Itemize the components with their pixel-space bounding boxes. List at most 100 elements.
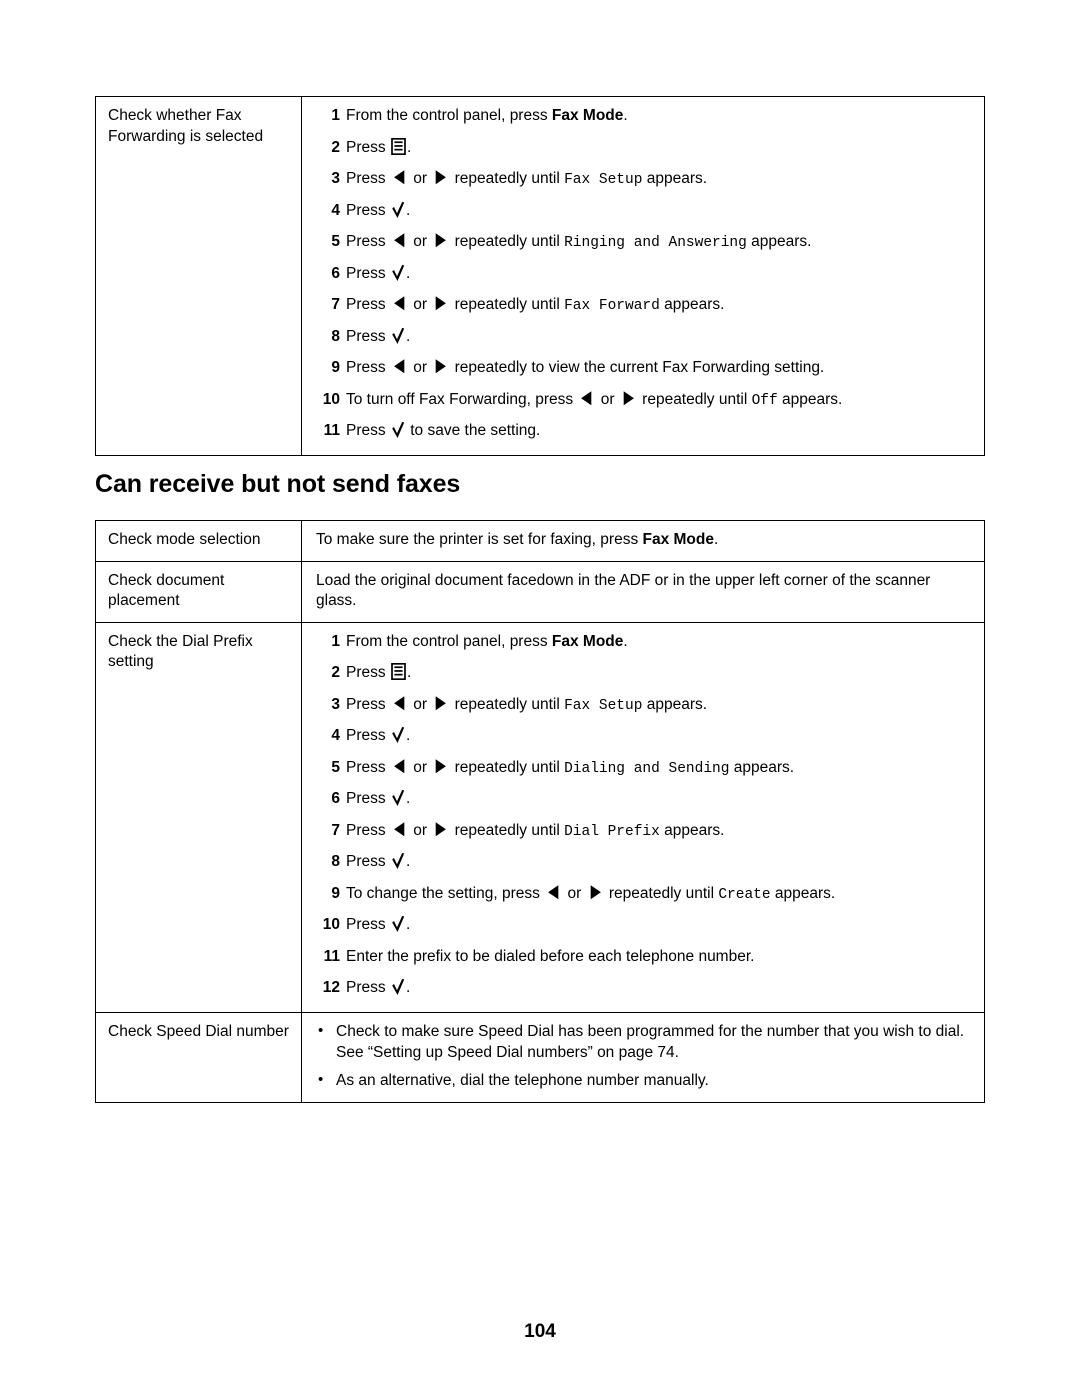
step-number: 12 [322, 979, 340, 997]
step-item: 7 Press or repeatedly until Dial Prefix a… [316, 821, 974, 843]
step-text: From the control panel, press Fax Mode. [346, 107, 628, 124]
instruction-cell: • Check to make sure Speed Dial has been … [301, 1012, 985, 1104]
check-label-cell: Check the Dial Prefix setting [95, 621, 302, 1014]
step-item: 4 Press . [316, 201, 974, 223]
instruction-cell: Load the original document facedown in t… [301, 560, 985, 623]
step-number: 10 [322, 390, 340, 408]
step-number: 1 [331, 107, 340, 124]
step-item: 10 To turn off Fax Forwarding, press or r… [316, 390, 974, 412]
step-list: 1 From the control panel, press Fax Mode.… [316, 106, 974, 443]
step-item: 6 Press . [316, 264, 974, 286]
step-number: 8 [331, 853, 340, 871]
menu-icon [391, 137, 406, 155]
step-text: Press . [346, 264, 411, 282]
step-text: Press or repeatedly until Fax Forward ap… [346, 295, 725, 314]
step-text: Press or repeatedly until Dial Prefix ap… [346, 821, 725, 840]
check-label-cell: Check mode selection [95, 520, 302, 562]
instruction-text: To make sure the printer is set for faxi… [316, 531, 719, 548]
check-icon [391, 978, 406, 996]
step-item: 12 Press . [316, 978, 974, 1000]
display-message-text: Off [751, 392, 778, 409]
check-icon [391, 201, 406, 219]
check-icon [391, 915, 406, 933]
left-arrow-icon [546, 884, 561, 901]
step-text: Press . [346, 201, 411, 219]
left-arrow-icon [392, 169, 407, 186]
step-number: 9 [331, 359, 340, 376]
step-text: Press or repeatedly until Ringing and An… [346, 232, 812, 251]
display-message-text: Dial Prefix [564, 823, 660, 840]
check-label-cell: Check Speed Dial number [95, 1012, 302, 1104]
step-number: 5 [331, 233, 340, 250]
left-arrow-icon [392, 358, 407, 375]
step-number: 4 [331, 201, 340, 219]
step-text: From the control panel, press Fax Mode. [346, 632, 628, 650]
table-row: Check Speed Dial number • Check to make su… [95, 1012, 985, 1104]
check-icon [391, 789, 406, 807]
step-number: 4 [331, 727, 340, 745]
right-arrow-icon [433, 821, 448, 838]
step-item: 6 Press . [316, 789, 974, 811]
menu-icon [391, 663, 406, 681]
step-text: Press . [346, 327, 411, 345]
instruction-cell: 1 From the control panel, press Fax Mode.… [301, 96, 985, 456]
emphasis-text: Fax Mode [551, 107, 624, 124]
right-arrow-icon [588, 884, 603, 901]
step-number: 11 [323, 422, 340, 439]
step-number: 5 [331, 758, 340, 776]
step-number: 1 [331, 632, 340, 650]
step-number: 2 [331, 138, 340, 156]
step-text: Press . [346, 789, 411, 808]
step-item: 9 Press or repeatedly to view the current… [316, 358, 974, 380]
page-title: Can receive but not send faxes [95, 470, 461, 498]
step-text: To turn off Fax Forwarding, press or rep… [346, 390, 843, 409]
step-item: 5 Press or repeatedly until Ringing and A… [316, 232, 974, 254]
step-item: 8 Press . [316, 852, 974, 874]
right-arrow-icon [621, 390, 636, 407]
bullet-item: • Check to make sure Speed Dial has been … [316, 1022, 974, 1063]
table-body: Check mode selection To make sure the pri… [95, 520, 985, 1104]
step-number: 2 [331, 664, 340, 682]
table-row: Check mode selection To make sure the pri… [95, 520, 985, 562]
table-row: Check document placement Load the origina… [95, 560, 985, 623]
left-arrow-icon [392, 695, 407, 712]
check-icon [391, 852, 406, 870]
check-icon [391, 726, 406, 744]
step-number: 9 [331, 884, 340, 902]
step-number: 6 [331, 790, 340, 808]
step-number: 7 [331, 296, 340, 313]
emphasis-text: Fax Mode [551, 632, 624, 650]
document-page: Check whether Fax Forwarding is selected… [0, 0, 1080, 1397]
step-text: Press or repeatedly until Fax Setup appe… [346, 169, 708, 188]
left-arrow-icon [392, 232, 407, 249]
check-label-cell: Check whether Fax Forwarding is selected [95, 96, 302, 456]
left-arrow-icon [392, 295, 407, 312]
step-item: 11 Enter the prefix to be dialed before e… [316, 947, 974, 969]
step-text: Press . [346, 915, 411, 934]
check-icon [391, 264, 406, 282]
table-body: Check whether Fax Forwarding is selected… [95, 96, 985, 456]
instruction-cell: To make sure the printer is set for faxi… [301, 520, 985, 562]
bullet-list: • Check to make sure Speed Dial has been … [316, 1022, 974, 1091]
instruction-text: Load the original document facedown in t… [316, 571, 931, 610]
display-message-text: Create [718, 886, 771, 903]
step-text: Press . [346, 978, 411, 997]
display-message-text: Dialing and Sending [564, 760, 730, 777]
step-number: 8 [331, 327, 340, 345]
table-row: Check the Dial Prefix setting 1 From the c… [95, 621, 985, 1014]
step-item: 3 Press or repeatedly until Fax Setup app… [316, 695, 974, 717]
step-text: Press to save the setting. [346, 421, 541, 439]
step-item: 2 Press . [316, 663, 974, 685]
step-number: 3 [331, 695, 340, 713]
step-item: 5 Press or repeatedly until Dialing and S… [316, 758, 974, 780]
step-item: 8 Press . [316, 327, 974, 349]
display-message-text: Fax Setup [564, 697, 643, 714]
step-item: 7 Press or repeatedly until Fax Forward a… [316, 295, 974, 317]
step-item: 4 Press . [316, 726, 974, 748]
step-item: 1 From the control panel, press Fax Mode. [316, 106, 974, 128]
right-arrow-icon [433, 758, 448, 775]
step-number: 10 [322, 916, 340, 934]
bullet-item: • As an alternative, dial the telephone n… [316, 1071, 974, 1092]
right-arrow-icon [433, 295, 448, 312]
step-text: Enter the prefix to be dialed before eac… [346, 947, 755, 965]
